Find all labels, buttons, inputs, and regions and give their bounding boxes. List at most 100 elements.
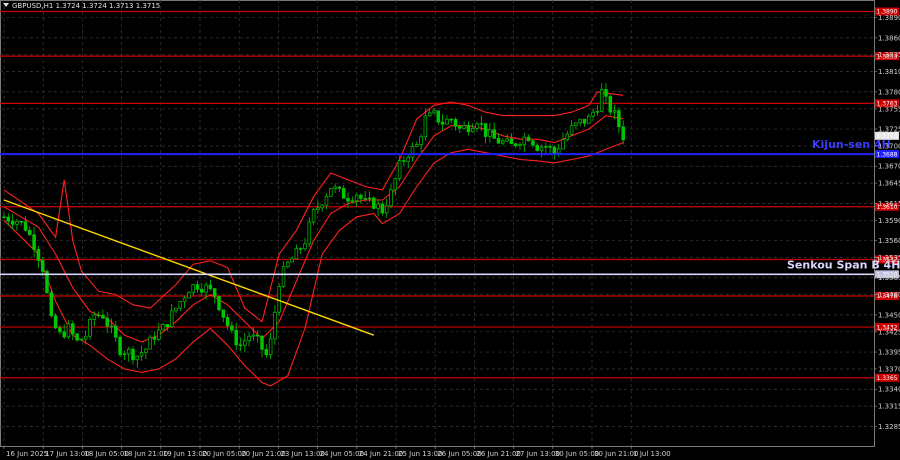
candle-body [83, 335, 88, 340]
candle-body [200, 288, 204, 293]
x-tick-label: 20 Jun 05:00 [202, 450, 246, 458]
y-tick-label: 1.3755 [878, 105, 900, 113]
candle-body [40, 260, 45, 272]
chart-header: GBPUSD,H1 1.3724 1.3724 1.3713 1.3715 [3, 2, 160, 10]
y-tick-label: 1.3835 [878, 51, 900, 59]
candle-body [612, 110, 617, 113]
candle-body [290, 258, 294, 263]
candle-body [96, 314, 101, 317]
candle-body [376, 203, 380, 209]
candle-body [402, 160, 406, 162]
candle-body [92, 314, 97, 320]
candle-body [505, 138, 509, 142]
y-tick-label: 1.3645 [878, 180, 900, 188]
candle-body [372, 197, 376, 209]
x-tick-label: 1 Jul 13:00 [633, 450, 671, 458]
y-tick-label: 1.3860 [878, 34, 900, 42]
x-tick-label: 26 Jun 05:00 [437, 450, 481, 458]
candle-body [161, 324, 165, 331]
candle-body [144, 348, 148, 353]
candle-body [79, 338, 84, 341]
candle-body [247, 335, 251, 342]
candle-body [157, 329, 161, 340]
candle-body [445, 118, 449, 125]
candle-body [66, 323, 71, 338]
y-tick-label: 1.3315 [878, 403, 900, 411]
candle-body [462, 125, 466, 129]
candle-body [49, 292, 54, 317]
candle-body [432, 110, 436, 114]
candle-body [569, 125, 574, 135]
candle-body [152, 336, 157, 340]
candle-body [281, 266, 286, 287]
candle-body [182, 297, 187, 302]
candle-body [109, 325, 114, 328]
candle-body [578, 118, 582, 124]
candle-body [561, 139, 565, 150]
y-tick-label: 1.3810 [878, 68, 900, 76]
candle-body [466, 125, 471, 133]
candle-body [148, 336, 152, 350]
candle-body [423, 115, 428, 138]
candle-body [535, 144, 539, 152]
x-tick-label: 19 Jun 13:00 [163, 450, 207, 458]
candle-body [101, 315, 105, 319]
x-tick-label: 18 Jun 05:00 [84, 450, 128, 458]
candle-body [324, 195, 329, 206]
candle-body [10, 220, 15, 225]
candle-body [604, 89, 608, 97]
candle-body [264, 349, 269, 356]
y-tick-label: 1.3340 [878, 386, 900, 394]
candle-body [621, 126, 625, 141]
candle-body [492, 129, 496, 139]
candle-body [329, 188, 333, 197]
candle-body [28, 229, 32, 236]
candle-body [234, 329, 238, 346]
candle-body [122, 353, 127, 355]
candle-body [440, 121, 445, 125]
candle-body [260, 335, 264, 350]
current-price-label: 1.3715 [877, 133, 898, 140]
y-tick-label: 1.3505 [878, 274, 900, 282]
candle-body [389, 189, 393, 207]
candle-body [436, 110, 441, 123]
candle-body [587, 115, 591, 124]
candle-body [204, 284, 208, 293]
candle-body [255, 334, 260, 337]
x-tick-label: 30 Jun 05:00 [555, 450, 599, 458]
candle-body [230, 325, 234, 331]
candle-body [333, 186, 337, 189]
candle-body [53, 315, 58, 329]
y-tick-label: 1.3590 [878, 217, 900, 225]
y-tick-label: 1.3450 [878, 311, 900, 319]
candle-body [556, 148, 561, 154]
y-tick-label: 1.3670 [878, 163, 900, 171]
candle-body [191, 284, 195, 293]
candle-body [359, 194, 363, 199]
candle-body [539, 146, 544, 152]
candle-body [363, 198, 367, 200]
candle-body [453, 119, 458, 127]
x-tick-label: 20 Jun 21:00 [241, 450, 285, 458]
chart-background [0, 0, 900, 460]
candle-body [479, 123, 484, 125]
y-tick-label: 1.3535 [878, 254, 900, 262]
header-text: GBPUSD,H1 1.3724 1.3724 1.3713 1.3715 [12, 2, 160, 10]
candle-body [36, 249, 41, 261]
candle-body [316, 207, 320, 210]
y-tick-label: 1.3560 [878, 237, 900, 245]
y-tick-label: 1.3425 [878, 328, 900, 336]
candle-body [367, 197, 372, 200]
x-tick-label: 30 Jun 21:00 [594, 450, 638, 458]
candle-body [225, 316, 230, 327]
candle-body [62, 331, 66, 338]
candle-body [174, 307, 178, 312]
candle-body [208, 284, 213, 289]
candle-body [105, 317, 109, 327]
level-badge-label: 1.3365 [877, 375, 898, 382]
kijun-badge-label: 1.3688 [877, 151, 898, 158]
y-tick-label: 1.3370 [878, 365, 900, 373]
candle-body [449, 118, 453, 121]
candle-body [522, 136, 527, 145]
candle-body [483, 123, 488, 137]
